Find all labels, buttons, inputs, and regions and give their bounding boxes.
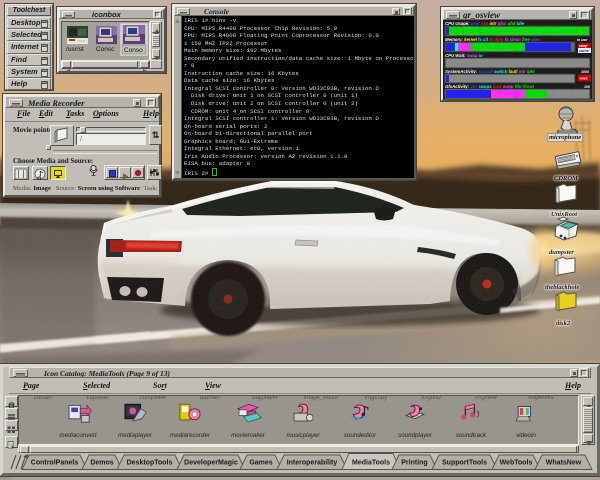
svg-text:DesktopTools: DesktopTools	[127, 460, 173, 467]
svg-text:/usr/st: /usr/st	[66, 46, 84, 53]
svg-text:mediaplayer: mediaplayer	[118, 432, 153, 439]
svg-text:Printing: Printing	[401, 460, 427, 467]
svg-text:Conso: Conso	[124, 47, 143, 54]
svg-text:videoin: videoin	[516, 432, 536, 439]
svg-text:cdplayer: cdplayer	[87, 396, 111, 401]
svg-text:CPU Wait: swap io: CPU Wait: swap io	[445, 53, 483, 58]
svg-text:swap: swap	[579, 44, 587, 48]
svg-text:soundeditor: soundeditor	[344, 432, 377, 439]
svg-text:cache: cache	[579, 49, 589, 53]
svg-text:coman: coman	[34, 396, 53, 401]
svg-text:image_editor: image_editor	[304, 396, 340, 401]
svg-text:SystemActivity: syscall switch: SystemActivity: syscall switch fault int…	[445, 69, 535, 74]
svg-text:imgview: imgview	[475, 396, 497, 401]
svg-text:CPU Usage: user sys intr gfxc: CPU Usage: user sys intr gfxc gfxf idle	[445, 21, 525, 26]
svg-text:musicplayer: musicplayer	[286, 432, 320, 439]
svg-text:mediarecorder: mediarecorder	[170, 432, 211, 439]
svg-text:compview: compview	[140, 396, 167, 401]
svg-text:Memory: kernel fs ctl fs dirty: Memory: kernel fs ctl fs dirty fs clean …	[445, 37, 540, 42]
svg-text:soundplayer: soundplayer	[398, 432, 433, 439]
svg-text:dayplayer: dayplayer	[252, 396, 279, 401]
svg-text:GfxActivity: intr swaps ioctl: GfxActivity: intr swaps ioctl swap fifo …	[445, 84, 535, 89]
svg-text:DeveloperMagic: DeveloperMagic	[184, 460, 238, 467]
svg-text:100: 100	[584, 85, 590, 89]
svg-text:WhatsNew: WhatsNew	[546, 460, 582, 467]
svg-text:Games: Games	[249, 460, 272, 467]
svg-text:imgcopy: imgcopy	[365, 396, 388, 401]
svg-text:misc: misc	[580, 77, 588, 81]
svg-text:Interoperability: Interoperability	[287, 460, 338, 467]
svg-text:imgworks: imgworks	[528, 396, 553, 401]
svg-text:ControlPanels: ControlPanels	[31, 460, 79, 467]
svg-text:moviemaker: moviemaker	[231, 432, 266, 439]
svg-text:Consc: Consc	[96, 46, 115, 53]
svg-text:in use: in use	[577, 38, 587, 42]
svg-text:1000: 1000	[581, 70, 589, 74]
svg-text:MediaTools: MediaTools	[352, 460, 390, 467]
svg-text:datman: datman	[200, 396, 221, 401]
svg-text:SupportTools: SupportTools	[442, 460, 487, 467]
svg-text:soundtrack: soundtrack	[456, 432, 487, 439]
svg-text:WebTools: WebTools	[500, 460, 533, 467]
svg-text:imgfind: imgfind	[421, 396, 441, 401]
svg-text:Demos: Demos	[90, 460, 113, 467]
svg-text:mediaconvert: mediaconvert	[59, 432, 96, 439]
